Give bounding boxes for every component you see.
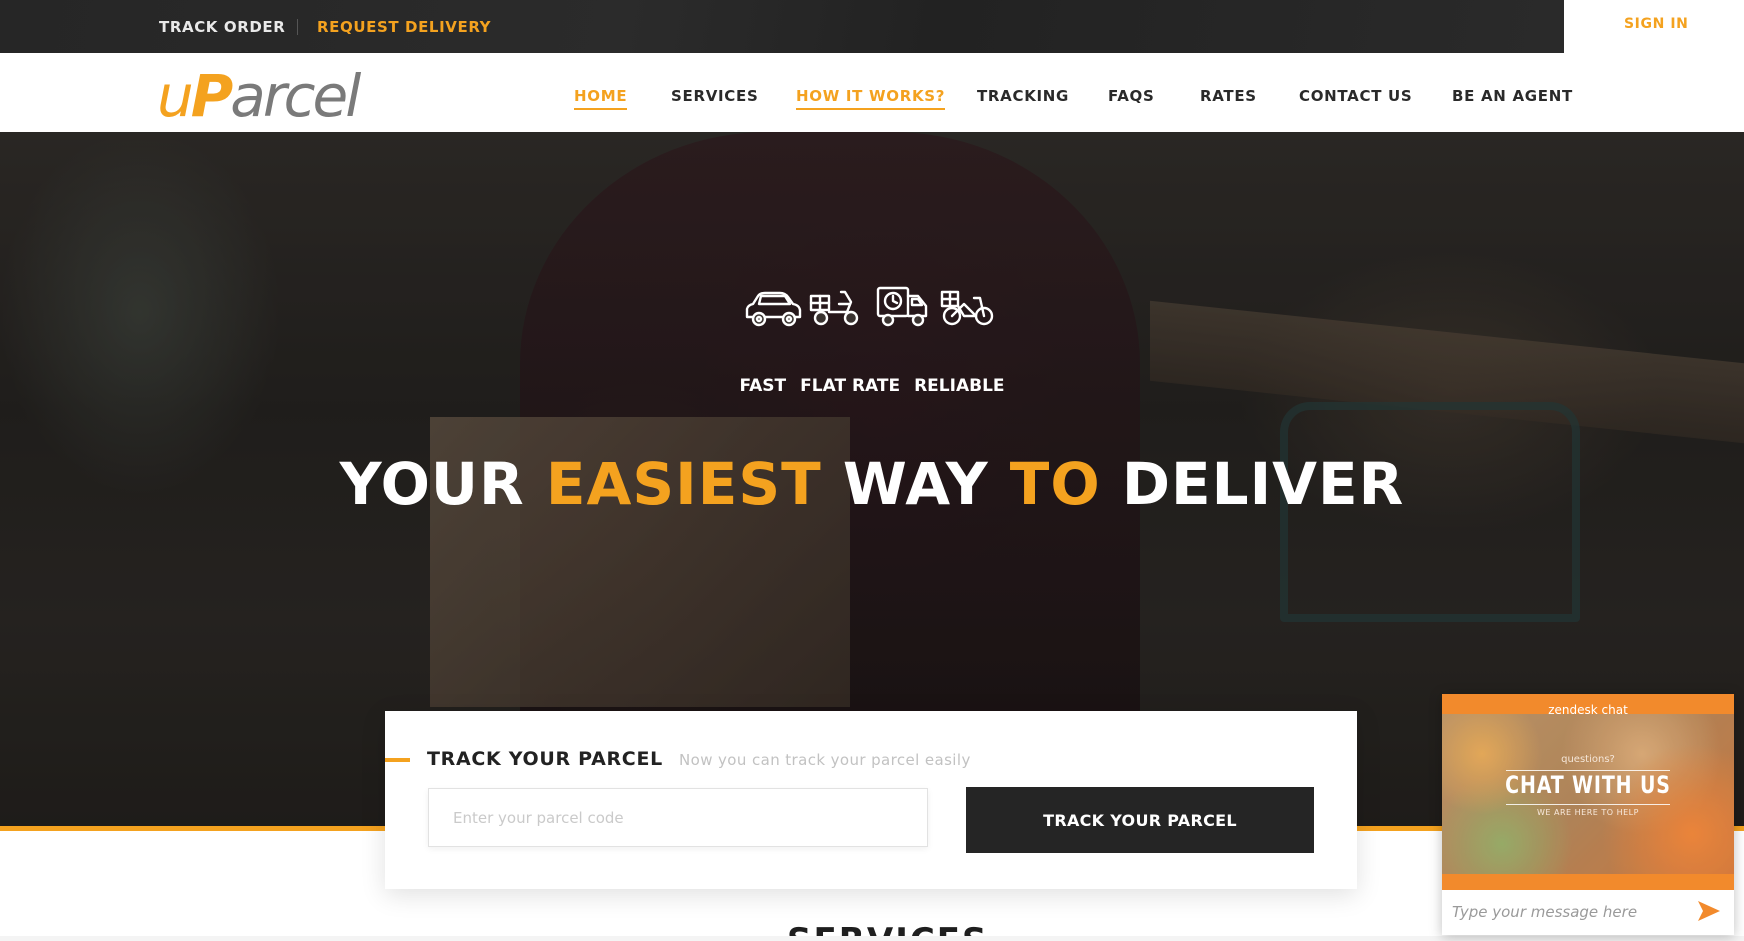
logo-u: u <box>157 62 194 130</box>
tagline-flat-rate: FLAT RATE <box>800 376 901 396</box>
logo-rest: arcel <box>230 62 361 130</box>
chat-rule-bottom <box>1506 804 1670 805</box>
nav-home[interactable]: HOME <box>574 87 628 110</box>
track-order-link[interactable]: TRACK ORDER <box>159 18 285 36</box>
vehicle-icons <box>745 286 994 327</box>
nav-rates[interactable]: RATES <box>1200 87 1257 105</box>
track-card-subtitle: Now you can track your parcel easily <box>679 751 971 769</box>
chat-banner[interactable]: zendesk chat questions? CHAT WITH US WE … <box>1442 703 1734 874</box>
headline-part-way: WAY <box>842 450 1010 518</box>
logo-p: P <box>190 62 233 130</box>
uparcel-logo[interactable]: uParcel <box>157 63 377 129</box>
track-parcel-button[interactable]: TRACK YOUR PARCEL <box>966 787 1314 853</box>
nav-how-it-works[interactable]: HOW IT WORKS? <box>796 87 946 110</box>
nav-faqs[interactable]: FAQS <box>1108 87 1155 105</box>
headline-part-your: YOUR <box>339 450 546 518</box>
nav-tracking[interactable]: TRACKING <box>977 87 1069 105</box>
sign-in-link[interactable]: SIGN IN <box>1624 16 1689 32</box>
send-arrow-icon[interactable] <box>1696 899 1722 923</box>
top-bar-right: SIGN IN <box>1564 0 1744 53</box>
logo-wordmark: uParcel <box>157 62 361 130</box>
chat-with-us-heading: CHAT WITH US <box>1505 771 1671 799</box>
chat-message-input[interactable] <box>1452 897 1682 927</box>
top-bar: TRACK ORDER REQUEST DELIVERY <box>0 0 1564 53</box>
parcel-code-input[interactable] <box>428 788 928 847</box>
chat-small-text: WE ARE HERE TO HELP <box>1537 808 1639 817</box>
track-card-title: TRACK YOUR PARCEL <box>427 748 663 770</box>
nav-be-an-agent[interactable]: BE AN AGENT <box>1452 87 1573 105</box>
hero-headline: YOUR EASIEST WAY TO DELIVER <box>0 450 1744 518</box>
headline-part-deliver: DELIVER <box>1121 450 1405 518</box>
chat-orange-band <box>1442 874 1734 890</box>
main-navbar: uParcel HOME SERVICES HOW IT WORKS? TRAC… <box>0 53 1744 132</box>
bottom-strip <box>0 936 1744 941</box>
zendesk-chat-widget[interactable]: zendesk chat questions? CHAT WITH US WE … <box>1442 694 1734 935</box>
headline-part-to: TO <box>1009 450 1122 518</box>
headline-part-easiest: EASIEST <box>545 450 843 518</box>
tagline-fast: FAST <box>739 376 787 396</box>
bicycle-icon <box>940 290 994 326</box>
title-accent-dash <box>385 758 410 762</box>
chat-brand: zendesk chat <box>1548 703 1628 717</box>
delivery-truck-icon <box>876 286 928 327</box>
motorcycle-icon <box>809 290 859 326</box>
nav-services[interactable]: SERVICES <box>671 87 758 105</box>
request-delivery-link[interactable]: REQUEST DELIVERY <box>317 18 491 36</box>
nav-contact-us[interactable]: CONTACT US <box>1299 87 1412 105</box>
top-bar-divider <box>297 19 298 35</box>
tagline-reliable: RELIABLE <box>914 376 1005 396</box>
chat-question: questions? <box>1561 754 1615 765</box>
hero-taglines: FAST FLAT RATE RELIABLE <box>0 376 1744 396</box>
track-parcel-card: TRACK YOUR PARCEL Now you can track your… <box>385 711 1357 889</box>
car-icon <box>745 291 802 327</box>
